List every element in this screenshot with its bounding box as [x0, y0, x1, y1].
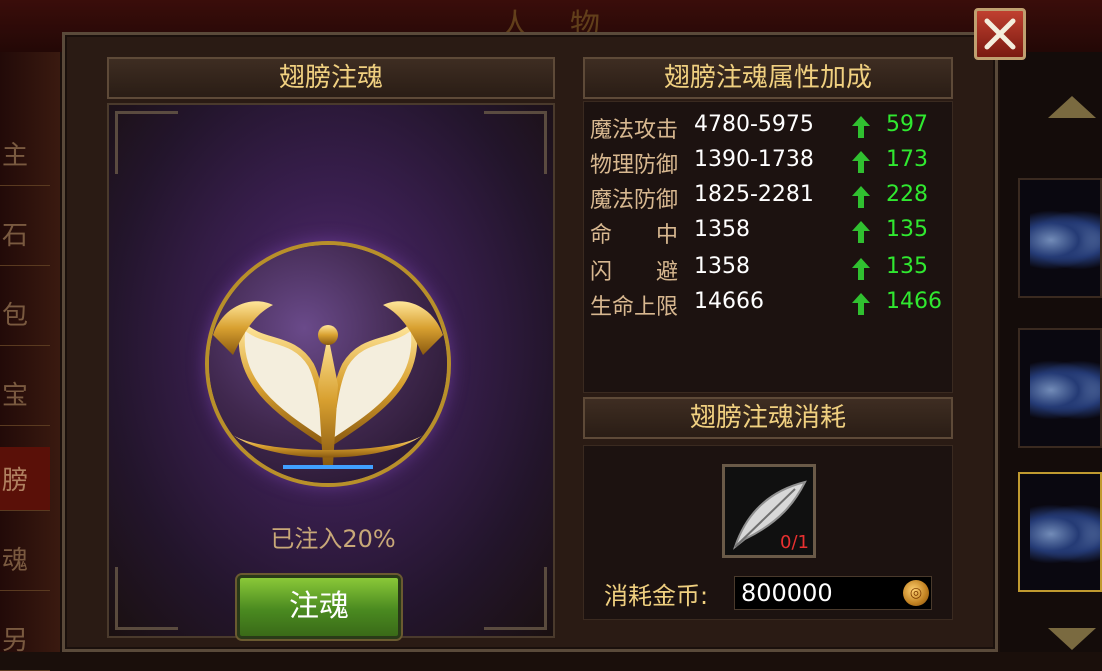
attribute-value: 1358: [694, 254, 750, 279]
cost-section: 0/1 消耗金币: 800000 ◎: [583, 445, 953, 620]
attribute-value: 4780-5975: [694, 112, 814, 137]
close-icon: [984, 18, 1016, 50]
attribute-bonus: 173: [886, 147, 928, 172]
attribute-bonus: 597: [886, 112, 928, 137]
wings-emblem-icon: [213, 301, 443, 469]
attribute-bonus: 228: [886, 182, 928, 207]
gold-coin-icon: ◎: [903, 580, 929, 606]
wing-slot-selected[interactable]: [1018, 472, 1102, 592]
attribute-value: 1390-1738: [694, 147, 814, 172]
attribute-row: 物理防御 1390-1738 173: [590, 147, 950, 178]
attribute-row: 闪 避 1358 135: [590, 254, 950, 285]
bg-tab[interactable]: 主: [0, 122, 50, 186]
wing-thumbnail-icon: [1030, 360, 1100, 420]
attribute-value: 14666: [694, 289, 764, 314]
left-panel-title: 翅膀注魂: [107, 57, 555, 99]
attribute-name: 命 中: [590, 223, 679, 248]
coin-cost-label: 消耗金币:: [604, 582, 709, 610]
bg-tab[interactable]: 另: [0, 607, 50, 671]
up-arrow-icon: [852, 293, 870, 315]
up-arrow-icon: [852, 258, 870, 280]
scroll-up-arrow-icon[interactable]: [1048, 96, 1096, 118]
background-left-tabs: 主 石 包 宝 膀 魂 另: [0, 52, 60, 671]
up-arrow-icon: [852, 186, 870, 208]
attribute-row: 命 中 1358 135: [590, 217, 950, 248]
attribute-row: 魔法防御 1825-2281 228: [590, 182, 950, 213]
attribute-name: 魔法防御: [590, 188, 679, 213]
wing-slot[interactable]: [1018, 178, 1102, 298]
frame-corner: [484, 567, 547, 630]
coin-cost-field: 800000 ◎: [734, 576, 932, 610]
frame-corner: [115, 111, 178, 174]
wing-thumbnail-icon: [1030, 210, 1100, 270]
wing-slot[interactable]: [1018, 328, 1102, 448]
frame-corner: [115, 567, 178, 630]
up-arrow-icon: [852, 151, 870, 173]
frame-corner: [484, 111, 547, 174]
item-count: 0/1: [780, 532, 809, 553]
attribute-name: 物理防御: [590, 153, 679, 178]
bg-tab[interactable]: 魂: [0, 527, 50, 591]
attribute-bonus: 135: [886, 254, 928, 279]
attributes-list: 魔法攻击 4780-5975 597 物理防御 1390-1738 173 魔法…: [583, 101, 953, 393]
wing-thumbnail-icon: [1030, 504, 1100, 564]
attribute-bonus: 1466: [886, 289, 942, 314]
wing-display-frame: 已注入20% 注魂: [107, 103, 555, 639]
feather-item-slot[interactable]: 0/1: [722, 464, 816, 558]
scroll-down-arrow-icon[interactable]: [1048, 628, 1096, 650]
attribute-value: 1825-2281: [694, 182, 814, 207]
attributes-title: 翅膀注魂属性加成: [583, 57, 953, 99]
inject-soul-button[interactable]: 注魂: [237, 575, 401, 639]
bg-tab[interactable]: 石: [0, 202, 50, 266]
bg-tab[interactable]: 宝: [0, 362, 50, 426]
close-button[interactable]: [974, 8, 1026, 60]
attribute-value: 1358: [694, 217, 750, 242]
cost-title: 翅膀注魂消耗: [583, 397, 953, 439]
bg-tab-active[interactable]: 膀: [0, 447, 50, 511]
wing-soul-panel: 翅膀注魂 已注入20% 注魂 翅膀注魂属性加成 魔法攻击 4780-5975 5…: [62, 32, 998, 652]
attribute-bonus: 135: [886, 217, 928, 242]
bg-tab[interactable]: 包: [0, 282, 50, 346]
injection-progress-text: 已注入20%: [270, 525, 396, 553]
background-right-slots: [1000, 52, 1102, 652]
up-arrow-icon: [852, 221, 870, 243]
attribute-row: 生命上限 14666 1466: [590, 289, 950, 320]
attribute-name: 生命上限: [590, 295, 679, 320]
attribute-row: 魔法攻击 4780-5975 597: [590, 112, 950, 143]
attribute-name: 魔法攻击: [590, 118, 679, 143]
up-arrow-icon: [852, 116, 870, 138]
coin-cost-value: 800000: [741, 579, 833, 607]
attribute-name: 闪 避: [590, 260, 679, 285]
